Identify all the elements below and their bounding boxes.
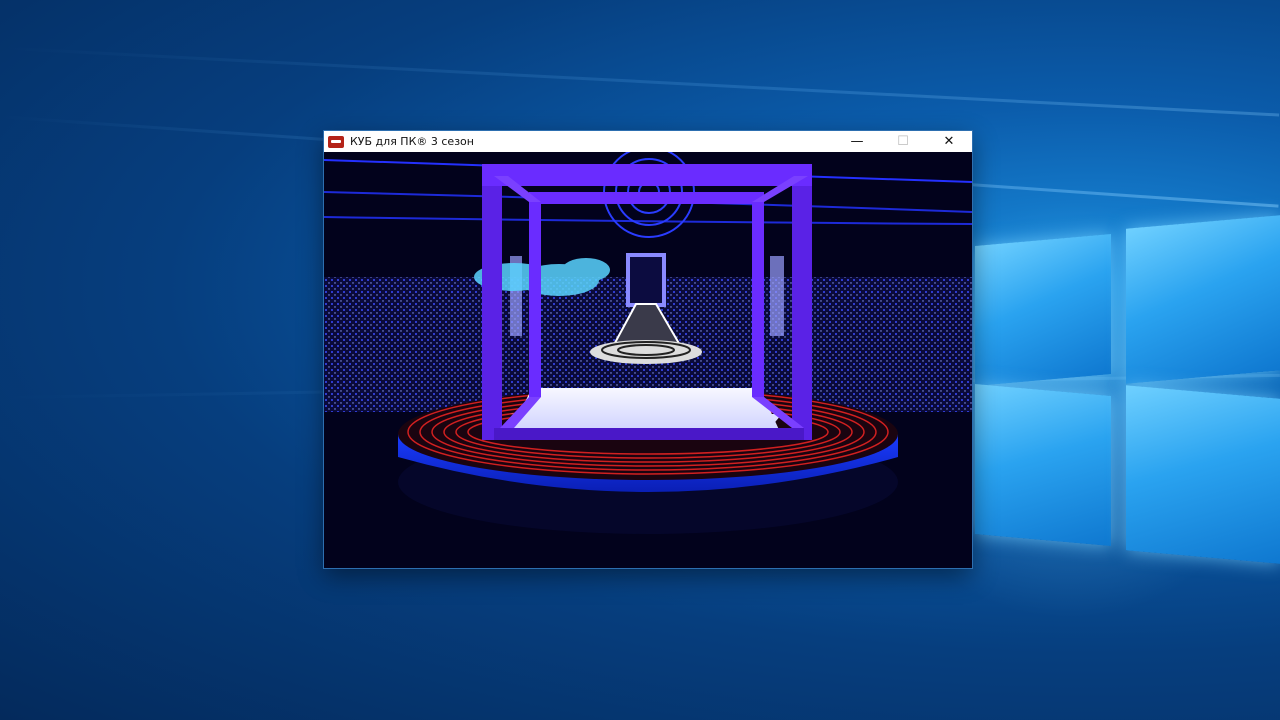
windows-logo-pane xyxy=(1126,215,1280,384)
far-doorway xyxy=(626,253,666,307)
window-title: КУБ для ПК® 3 сезон xyxy=(350,135,474,148)
minimize-icon[interactable]: — xyxy=(834,131,880,152)
windows-logo-pane xyxy=(1126,385,1280,564)
game-scene xyxy=(324,152,972,568)
window-titlebar[interactable]: КУБ для ПК® 3 сезон — ☐ ✕ xyxy=(324,131,972,152)
side-panel xyxy=(770,256,784,336)
far-platform xyxy=(590,340,702,364)
kub-logo-icon xyxy=(328,135,344,148)
light-beam xyxy=(0,46,1280,117)
game-window[interactable]: КУБ для ПК® 3 сезон — ☐ ✕ xyxy=(324,131,972,568)
game-viewport[interactable] xyxy=(324,152,972,568)
maximize-icon[interactable]: ☐ xyxy=(880,131,926,152)
windows-logo-pane xyxy=(975,384,1111,546)
close-icon[interactable]: ✕ xyxy=(926,131,972,152)
windows-logo-pane xyxy=(975,234,1111,386)
window-controls: — ☐ ✕ xyxy=(834,131,972,152)
